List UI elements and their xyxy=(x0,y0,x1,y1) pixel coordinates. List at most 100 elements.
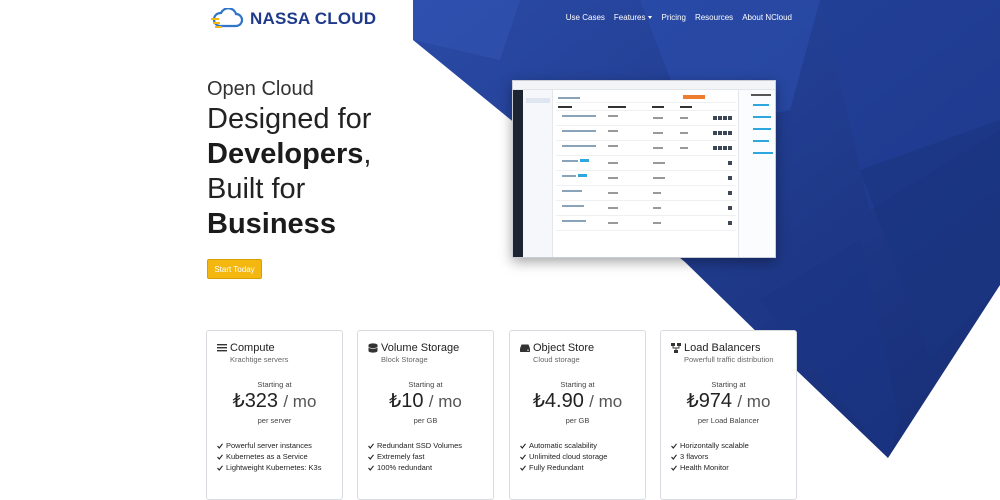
card-subtitle: Powerfull traffic distribution xyxy=(684,355,774,364)
check-icon xyxy=(368,442,374,449)
feature-item: Redundant SSD Volumes xyxy=(368,440,462,451)
starting-at: Starting at xyxy=(257,380,292,389)
price-unit: per Load Balancer xyxy=(697,416,760,425)
feature-text: 100% redundant xyxy=(377,463,433,472)
card-title: Compute xyxy=(230,342,275,354)
feature-text: Extremely fast xyxy=(377,452,425,461)
feature-item: Lightweight Kubernetes: K3s xyxy=(217,462,321,473)
nav-label: Use Cases xyxy=(565,13,605,22)
currency-symbol: ₺ xyxy=(686,391,699,412)
price-unit: per GB xyxy=(565,416,590,425)
check-icon xyxy=(520,453,526,460)
hero-line-2: Designed for xyxy=(207,103,372,135)
hero-heading: Open Cloud Designed for Developers, Buil… xyxy=(207,76,371,242)
pricing-card-volume-storage[interactable]: Volume Storage Block Storage Starting at… xyxy=(357,330,494,500)
card-title: Volume Storage xyxy=(381,342,460,354)
check-icon xyxy=(520,442,526,449)
feature-text: Kubernetes as a Service xyxy=(226,452,308,461)
pricing-card-load-balancers[interactable]: Load Balancers Powerfull traffic distrib… xyxy=(660,330,797,500)
check-icon xyxy=(368,464,374,471)
feature-item: 100% redundant xyxy=(368,462,462,473)
server-list-icon xyxy=(217,344,227,352)
price-unit: per server xyxy=(257,416,292,425)
nav-pricing[interactable]: Pricing xyxy=(661,13,685,22)
nav-about[interactable]: About NCloud xyxy=(742,13,792,22)
price: ₺4.90 / mo xyxy=(510,390,645,413)
nav-label: Features xyxy=(613,13,646,22)
card-subtitle: Cloud storage xyxy=(533,355,580,364)
caret-down-icon xyxy=(648,16,653,19)
price-value: 4.90 xyxy=(544,390,584,412)
feature-text: Unlimited cloud storage xyxy=(529,452,608,461)
check-icon xyxy=(671,442,677,449)
feature-list: Horizontally scalable 3 flavors Health M… xyxy=(671,440,749,473)
pricing-card-object-store[interactable]: Object Store Cloud storage Starting at ₺… xyxy=(509,330,646,500)
hero-line-3: Developers, xyxy=(207,137,371,172)
price-period: / mo xyxy=(589,392,623,411)
feature-item: Extremely fast xyxy=(368,451,462,462)
check-icon xyxy=(217,442,223,449)
nav-label: Resources xyxy=(694,13,734,22)
card-subtitle: Block Storage xyxy=(381,355,428,364)
feature-list: Powerful server instances Kubernetes as … xyxy=(217,440,321,473)
check-icon xyxy=(671,464,677,471)
feature-list: Automatic scalability Unlimited cloud st… xyxy=(520,440,607,473)
check-icon xyxy=(217,453,223,460)
feature-item: 3 flavors xyxy=(671,451,749,462)
feature-text: Powerful server instances xyxy=(226,441,312,450)
check-icon xyxy=(368,453,374,460)
price: ₺10 / mo xyxy=(358,390,493,413)
check-icon xyxy=(217,464,223,471)
feature-list: Redundant SSD Volumes Extremely fast 100… xyxy=(368,440,462,473)
pricing-card-compute[interactable]: Compute Krachtige servers Starting at ₺3… xyxy=(206,330,343,500)
price: ₺323 / mo xyxy=(207,390,342,413)
currency-symbol: ₺ xyxy=(389,391,402,412)
hero-business: Business xyxy=(207,208,336,240)
price-period: / mo xyxy=(283,392,317,411)
feature-text: 3 flavors xyxy=(680,452,709,461)
nav-label: About NCloud xyxy=(742,13,792,22)
price-value: 323 xyxy=(244,390,279,412)
currency-symbol: ₺ xyxy=(532,391,545,412)
starting-at: Starting at xyxy=(560,380,595,389)
nav-features[interactable]: Features xyxy=(614,13,653,22)
feature-item: Automatic scalability xyxy=(520,440,607,451)
main-nav: Use Cases Features Pricing Resources Abo… xyxy=(566,13,792,22)
check-icon xyxy=(520,464,526,471)
price-value: 10 xyxy=(401,390,424,412)
feature-text: Automatic scalability xyxy=(529,441,597,450)
hero-line-4: Built for xyxy=(207,173,306,205)
price-period: / mo xyxy=(737,392,771,411)
nav-resources[interactable]: Resources xyxy=(695,13,733,22)
nav-use-cases[interactable]: Use Cases xyxy=(566,13,605,22)
price: ₺974 / mo xyxy=(661,390,796,413)
card-subtitle: Krachtige servers xyxy=(230,355,289,364)
feature-text: Redundant SSD Volumes xyxy=(377,441,463,450)
feature-text: Fully Redundant xyxy=(529,463,584,472)
card-title: Object Store xyxy=(533,342,595,354)
feature-item: Powerful server instances xyxy=(217,440,321,451)
feature-text: Horizontally scalable xyxy=(680,441,749,450)
hero-developers: Developers xyxy=(207,138,364,170)
price-value: 974 xyxy=(698,390,733,412)
background-shape xyxy=(413,0,1000,458)
start-today-button[interactable]: Start Today xyxy=(207,259,262,279)
card-title: Load Balancers xyxy=(684,342,761,354)
feature-item: Kubernetes as a Service xyxy=(217,451,321,462)
network-icon xyxy=(671,343,681,353)
nav-label: Pricing xyxy=(661,13,686,22)
feature-text: Health Monitor xyxy=(680,463,729,472)
check-icon xyxy=(671,453,677,460)
hero-eyebrow: Open Cloud xyxy=(207,78,314,100)
feature-item: Fully Redundant xyxy=(520,462,607,473)
site-header: NASSA CLOUD Use Cases Features Pricing R… xyxy=(0,0,1000,40)
feature-text: Lightweight Kubernetes: K3s xyxy=(226,463,322,472)
price-period: / mo xyxy=(428,392,462,411)
feature-item: Unlimited cloud storage xyxy=(520,451,607,462)
hard-drive-icon xyxy=(520,344,530,352)
cloud-logo-icon xyxy=(211,8,244,28)
logo[interactable]: NASSA CLOUD xyxy=(210,8,376,30)
price-unit: per GB xyxy=(413,416,438,425)
feature-item: Horizontally scalable xyxy=(671,440,749,451)
starting-at: Starting at xyxy=(408,380,443,389)
